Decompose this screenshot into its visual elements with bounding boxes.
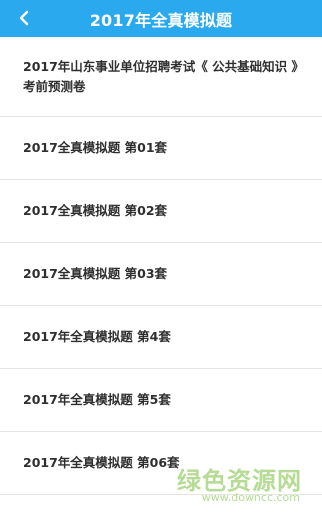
list-item-label: 2017年全真模拟题 第5套 — [23, 392, 171, 407]
list-item[interactable]: 2017年全真模拟题 第5套 — [0, 369, 322, 432]
list-item-label: 2017年山东事业单位招聘考试《 公共基础知识 》考前预测卷 — [23, 58, 304, 94]
list-item-label: 2017全真模拟题 第03套 — [23, 266, 168, 281]
list-item-label: 2017年全真模拟题 第4套 — [23, 329, 171, 344]
list-item[interactable]: 2017年山东事业单位招聘考试《 公共基础知识 》考前预测卷 — [0, 37, 322, 117]
list-item-label: 2017全真模拟题 第01套 — [23, 140, 168, 155]
list-item-label: 2017全真模拟题 第02套 — [23, 203, 168, 218]
exam-list: 2017年山东事业单位招聘考试《 公共基础知识 》考前预测卷 2017全真模拟题… — [0, 37, 322, 515]
list-item[interactable]: 2017全真模拟题 第03套 — [0, 243, 322, 306]
list-item-label: 2017年全真模拟题 第06套 — [23, 455, 180, 470]
back-button[interactable] — [10, 4, 38, 32]
list-item[interactable]: 2017年全真模拟题 第4套 — [0, 306, 322, 369]
app-header: 2017年全真模拟题 — [0, 0, 322, 37]
list-item[interactable]: 2017全真模拟题 第01套 — [0, 117, 322, 180]
chevron-left-icon — [19, 10, 29, 26]
list-item[interactable]: 2017年全真模拟题 第06套 — [0, 432, 322, 495]
list-item[interactable]: 2017全真模拟题 第02套 — [0, 180, 322, 243]
page-title: 2017年全真模拟题 — [89, 10, 233, 30]
